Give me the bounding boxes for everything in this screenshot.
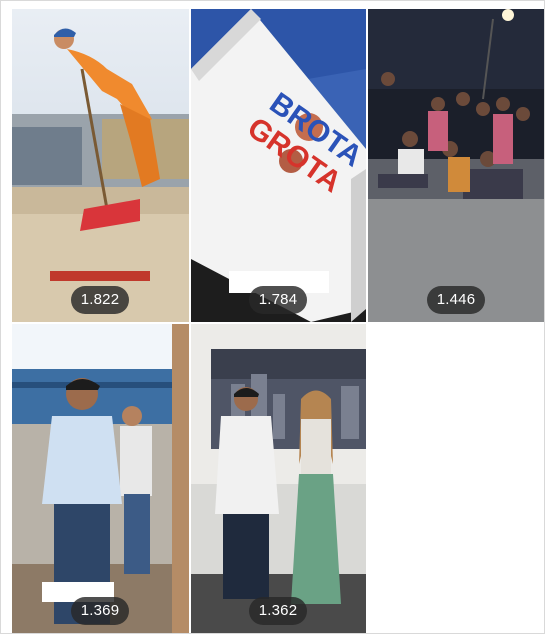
view-count-badge: 1.369 (71, 597, 129, 625)
post-thumbnail-5[interactable]: 1.362 (191, 324, 366, 633)
view-count-badge: 1.446 (427, 286, 485, 314)
post-thumbnail-1[interactable]: 1.822 (12, 9, 189, 322)
view-count-badge: 1.784 (249, 286, 307, 314)
posts-grid: 1.822 BROTA GROTA 1.784 1.446 1.369 1.36… (0, 0, 545, 634)
post-image-campaign-sign: BROTA GROTA (191, 9, 366, 322)
post-thumbnail-2[interactable]: BROTA GROTA 1.784 (191, 9, 366, 322)
post-thumbnail-4[interactable]: 1.369 (12, 324, 189, 633)
view-count-badge: 1.822 (71, 286, 129, 314)
post-image-night-crowd (368, 9, 544, 322)
post-image-couple-posing (191, 324, 366, 633)
post-image-man-outdoors (12, 324, 189, 633)
view-count-badge: 1.362 (249, 597, 307, 625)
post-thumbnail-3[interactable]: 1.446 (368, 9, 544, 322)
post-image-street-sweeper (12, 9, 189, 322)
